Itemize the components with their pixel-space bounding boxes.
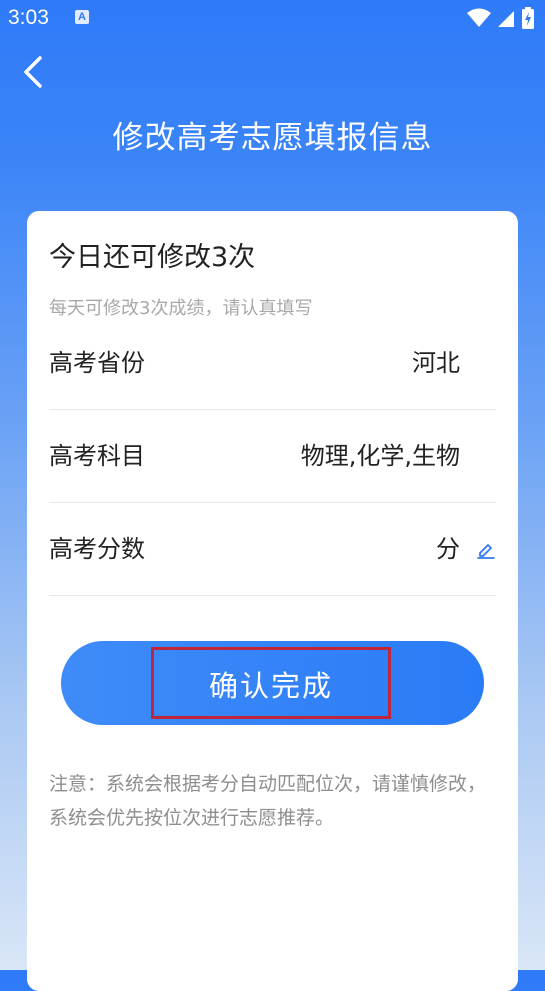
province-label: 高考省份 xyxy=(49,349,145,377)
confirm-button[interactable]: 确认完成 xyxy=(61,641,484,725)
score-value: 分 xyxy=(436,535,460,563)
notice-text: 注意：系统会根据考分自动匹配位次，请谨慎修改， 系统会优先按位次进行志愿推荐。 xyxy=(49,773,487,829)
signal-icon xyxy=(497,11,514,27)
subjects-value: 物理,化学,生物 xyxy=(300,442,460,470)
score-row[interactable]: 高考分数 分 xyxy=(49,503,496,596)
province-row[interactable]: 高考省份 河北 xyxy=(49,318,496,410)
province-value: 河北 xyxy=(412,349,460,377)
subjects-row[interactable]: 高考科目 物理,化学,生物 xyxy=(49,410,496,503)
page-title: 修改高考志愿填报信息 xyxy=(112,120,433,156)
chevron-left-icon xyxy=(24,56,42,88)
status-time: 3:03 xyxy=(8,6,49,29)
notification-badge-icon: A xyxy=(75,10,89,24)
remaining-edits-heading: 今日还可修改3次 xyxy=(49,242,256,273)
subjects-label: 高考科目 xyxy=(49,442,145,470)
status-icons xyxy=(466,7,535,29)
battery-icon xyxy=(522,7,534,29)
wifi-icon xyxy=(466,8,491,27)
status-bar: 3:03 A xyxy=(0,0,545,38)
info-card: 今日还可修改3次 每天可修改3次成绩，请认真填写 高考省份 河北 高考科目 物理… xyxy=(27,211,518,991)
confirm-button-label: 确认完成 xyxy=(151,647,391,719)
back-button[interactable] xyxy=(14,52,54,92)
edit-hint: 每天可修改3次成绩，请认真填写 xyxy=(49,298,313,319)
score-label: 高考分数 xyxy=(49,535,145,563)
pencil-icon[interactable] xyxy=(476,539,496,559)
